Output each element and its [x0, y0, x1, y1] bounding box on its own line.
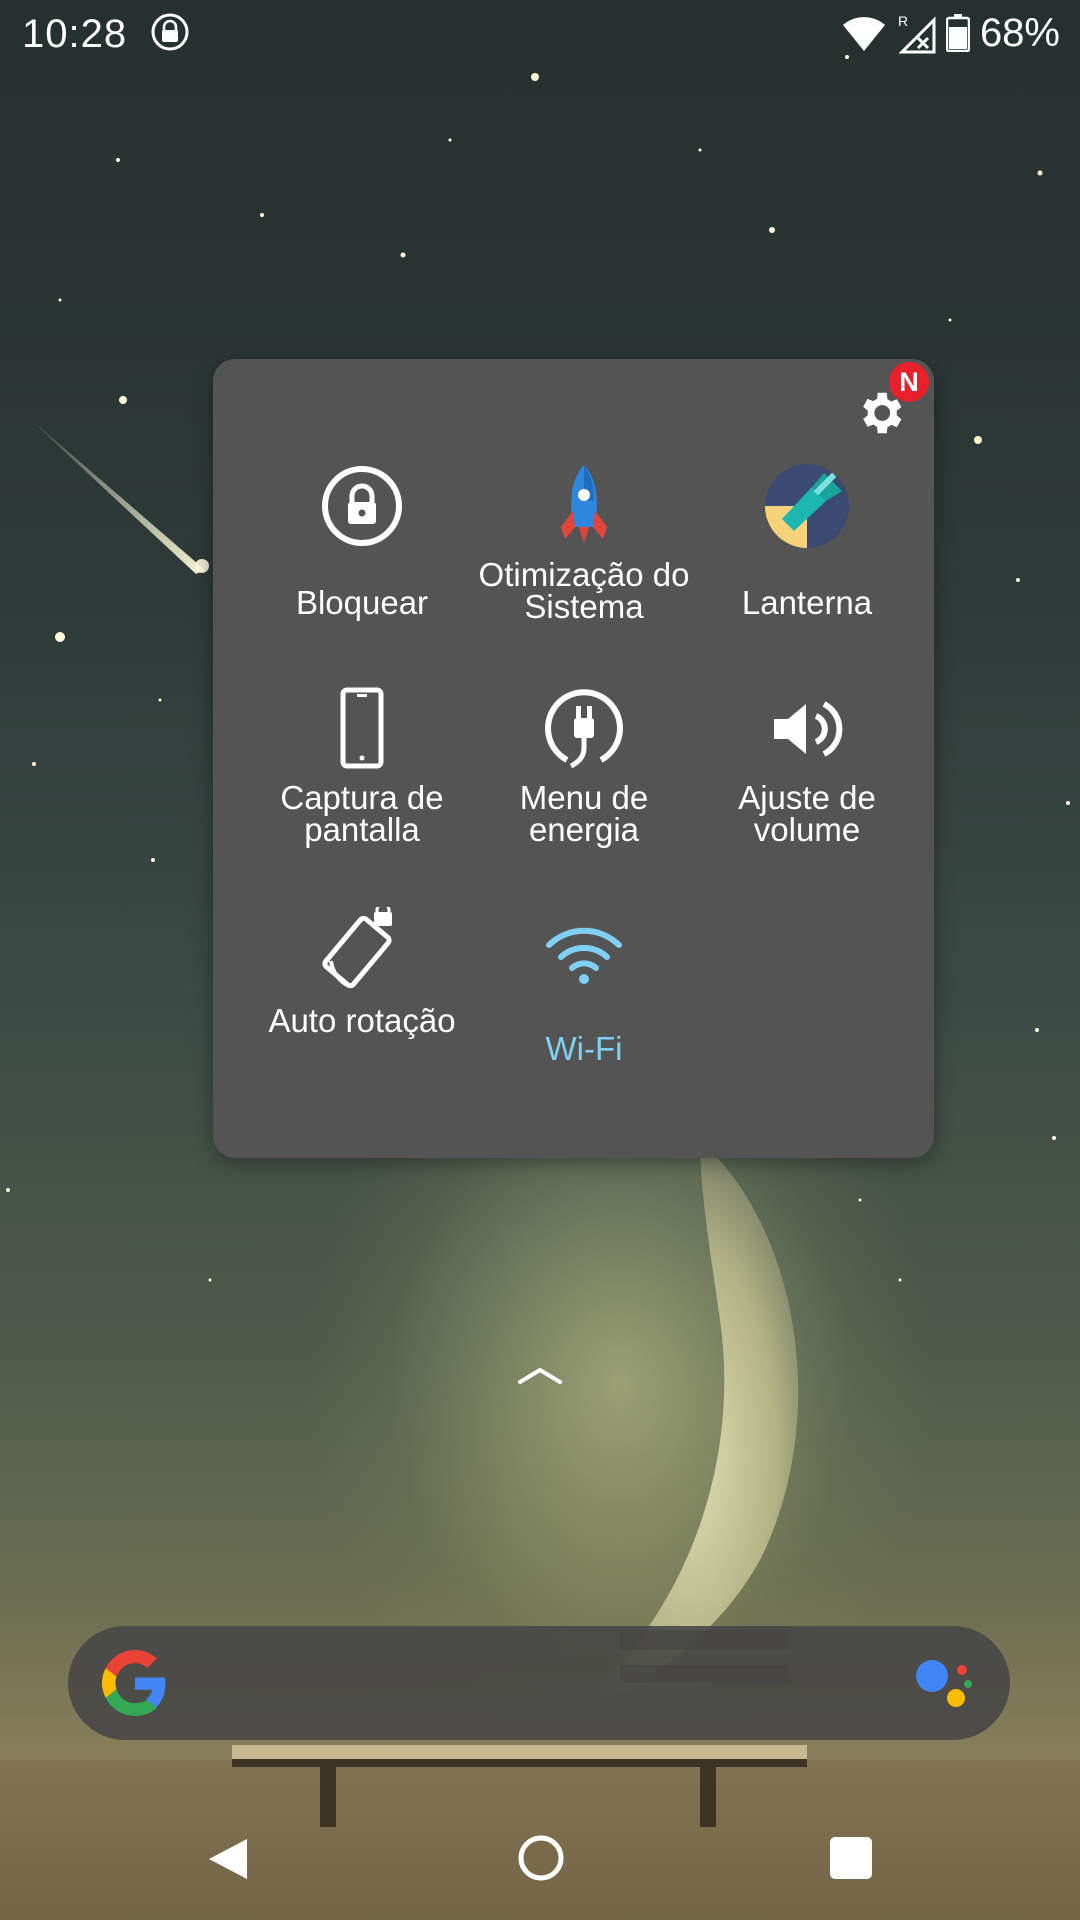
home-icon[interactable] — [516, 1833, 566, 1883]
google-logo[interactable] — [102, 1650, 168, 1716]
phone-icon — [340, 687, 384, 769]
rocket-icon — [561, 465, 607, 543]
signal-roaming-icon: R — [898, 13, 936, 54]
tile-energia[interactable]: Menu de energia — [473, 684, 695, 846]
tile-label: Captura de pantalla — [280, 779, 444, 848]
lock-icon — [322, 466, 402, 546]
battery-icon — [945, 14, 970, 52]
tile-auto-rotacao[interactable]: Auto rotação — [251, 907, 473, 1037]
tile-wifi[interactable]: Wi-Fi — [473, 907, 695, 1065]
tile-captura[interactable]: Captura de pantalla — [251, 684, 473, 846]
tile-label: Auto rotação — [268, 1002, 456, 1039]
tile-bloquear[interactable]: Bloquear — [251, 461, 473, 619]
tile-label: Menu de energia — [519, 779, 649, 848]
wifi-icon — [842, 17, 885, 51]
rotation-lock-icon — [322, 907, 392, 989]
flashlight-icon — [765, 464, 849, 548]
recents-icon[interactable] — [830, 1837, 872, 1879]
tile-label: Bloquear — [295, 584, 429, 621]
tile-otimizacao[interactable]: Otimização do Sistema — [473, 461, 695, 623]
tile-label: Lanterna — [741, 584, 873, 621]
status-bar: 10:28 R 68% — [0, 0, 1080, 66]
tile-label: Ajuste de volume — [738, 779, 876, 848]
tile-label: Otimização do Sistema — [478, 556, 690, 625]
wifi-icon — [546, 927, 622, 984]
status-right: R 68% — [842, 10, 1060, 56]
tile-volume[interactable]: Ajuste de volume — [696, 684, 918, 846]
svg-text:R: R — [898, 13, 908, 29]
tile-lanterna[interactable]: Lanterna — [696, 461, 918, 619]
status-time: 10:28 — [22, 12, 128, 56]
battery-percent: 68% — [979, 10, 1060, 55]
quick-actions-panel: N Bloquear Otimização do Sistema Lantern… — [213, 359, 934, 1158]
back-icon[interactable] — [205, 1835, 253, 1883]
chevron-up-icon[interactable] — [517, 1365, 563, 1385]
notification-badge: N — [889, 362, 929, 402]
tile-label: Wi-Fi — [545, 1030, 623, 1067]
assistant-icon[interactable] — [912, 1654, 976, 1714]
lock-icon — [151, 13, 189, 51]
google-search-bar[interactable] — [68, 1626, 1010, 1740]
power-plug-icon — [545, 689, 623, 769]
volume-icon — [774, 701, 843, 757]
